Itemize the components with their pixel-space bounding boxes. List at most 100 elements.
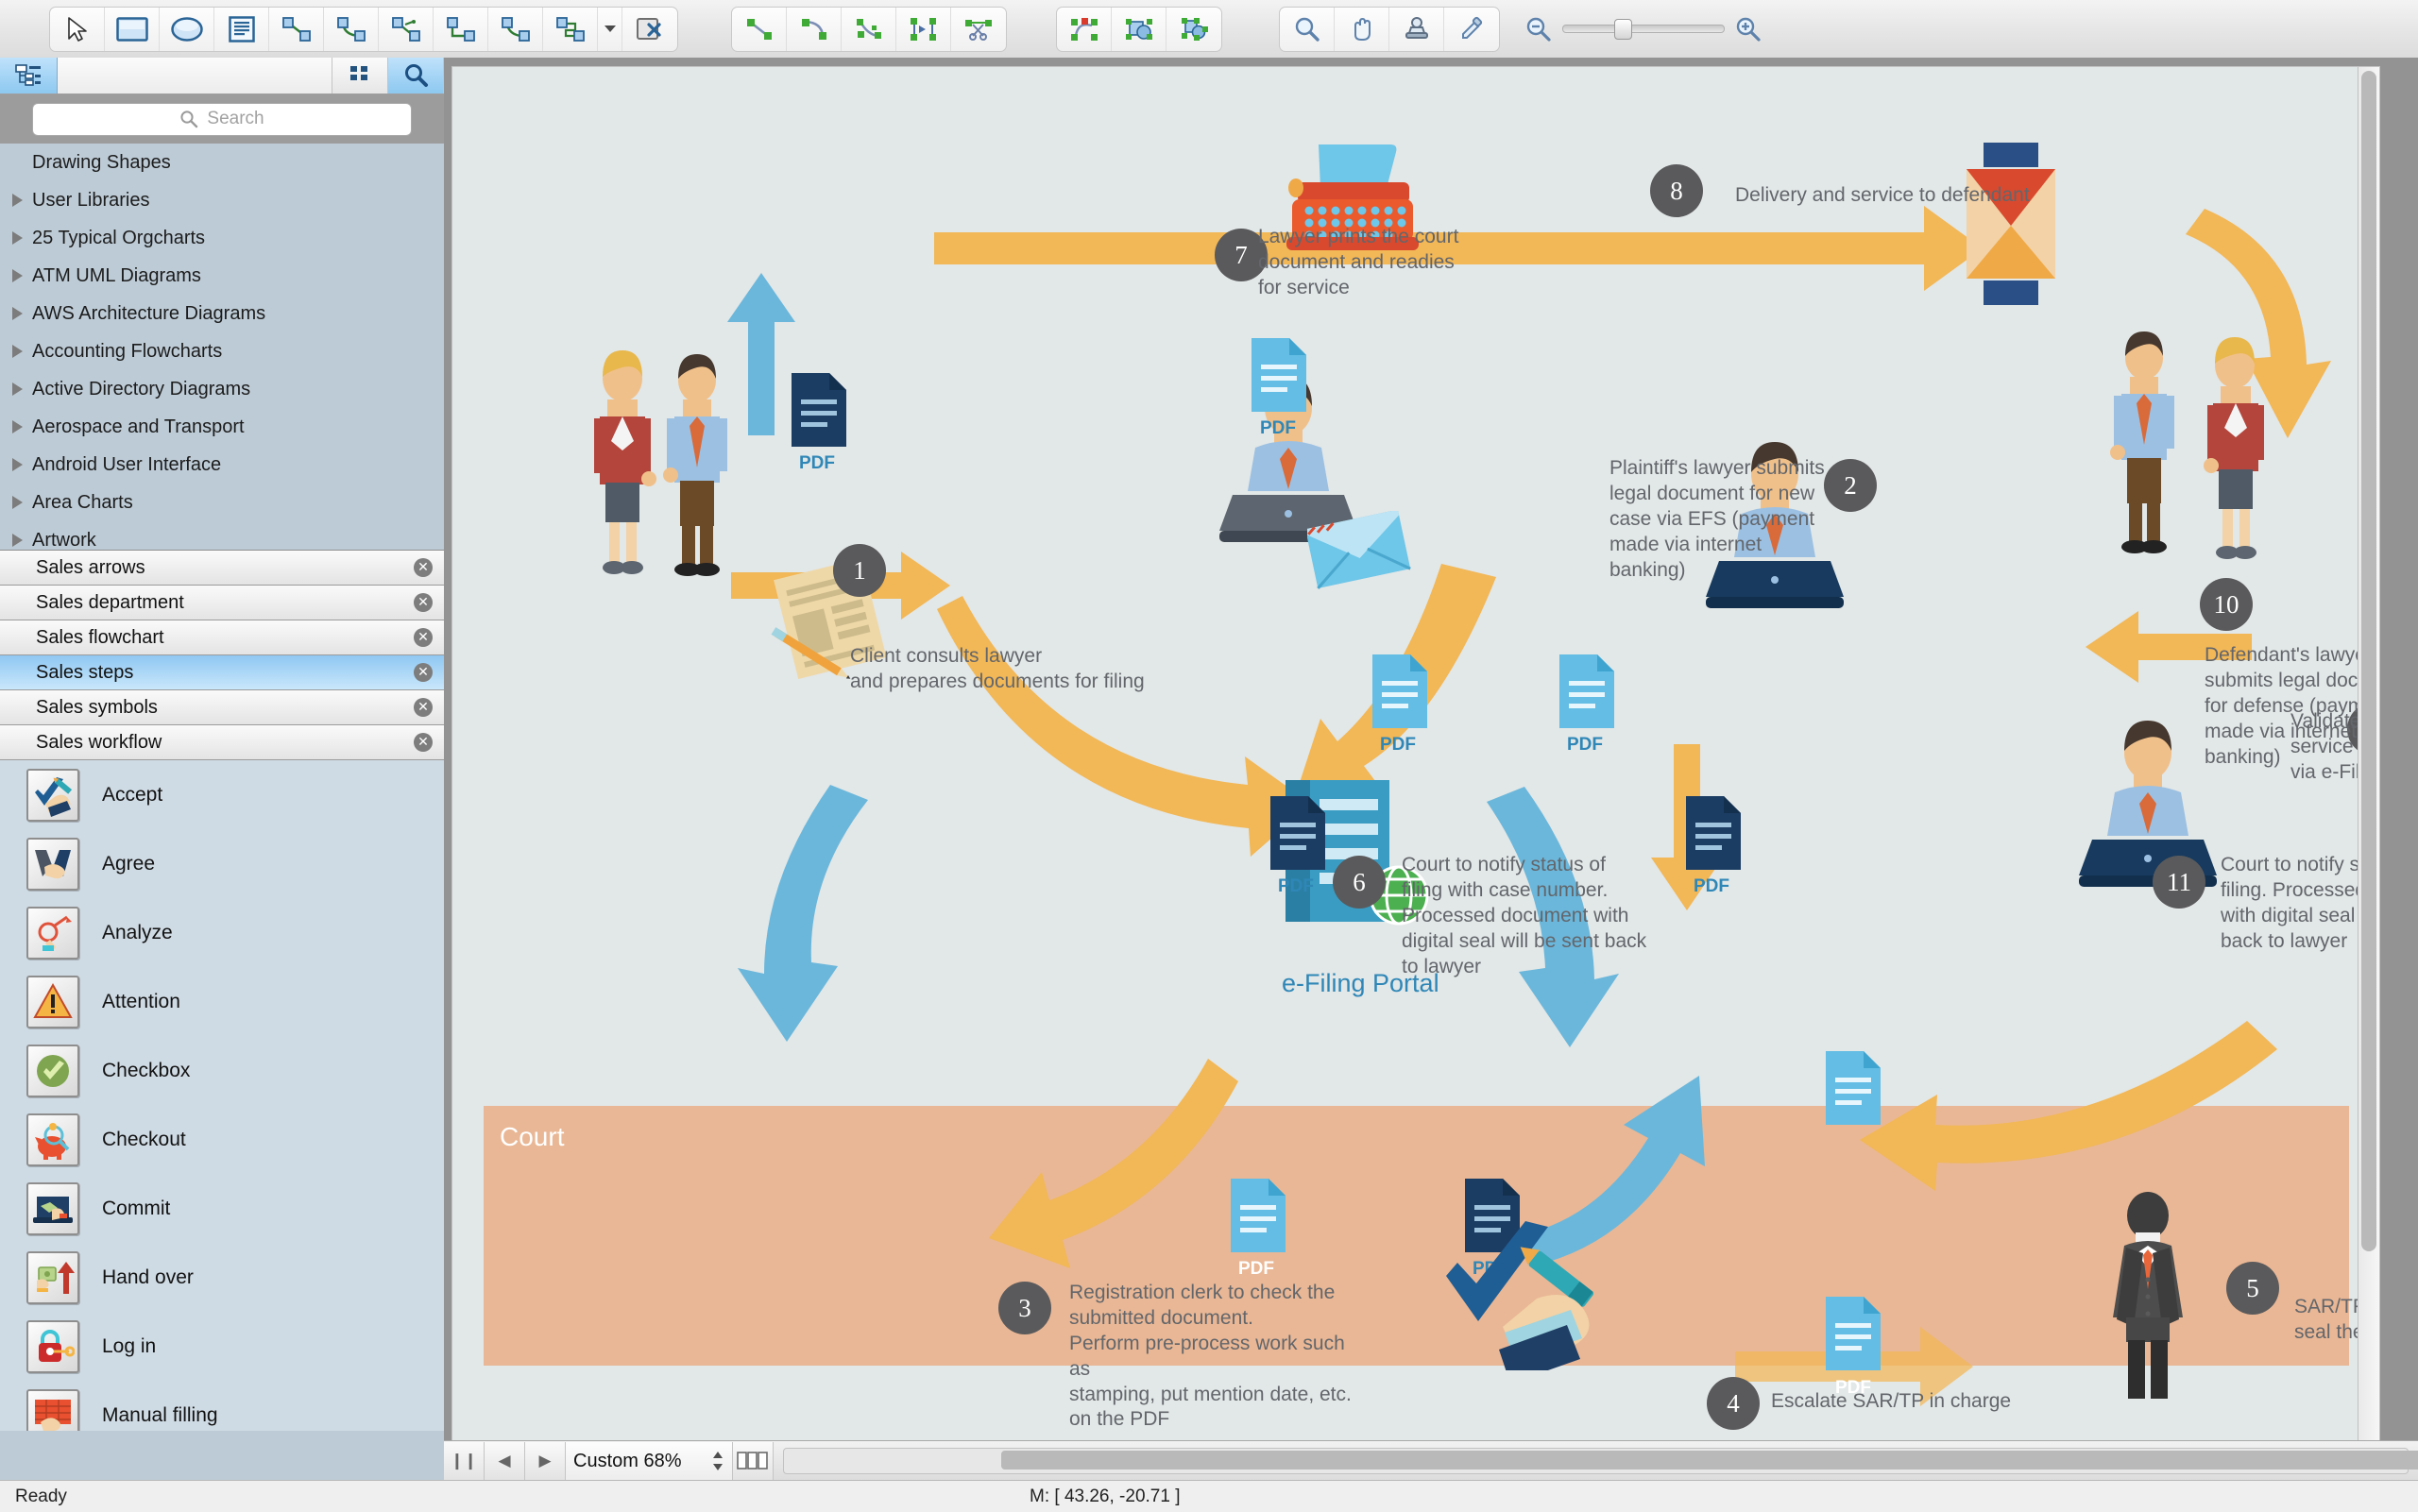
previous-page-icon[interactable]: ◀ xyxy=(485,1442,525,1480)
stepper-arrows-icon[interactable] xyxy=(711,1450,724,1472)
grid-view-icon[interactable] xyxy=(332,58,388,93)
union-shapes-icon[interactable] xyxy=(1112,7,1166,51)
close-icon[interactable]: ✕ xyxy=(414,698,433,717)
library-tree-item[interactable]: ATM UML Diagrams xyxy=(0,257,444,295)
canvas-horizontal-scrollbar[interactable] xyxy=(783,1448,2418,1474)
line-segment-icon[interactable] xyxy=(732,7,787,51)
distribute-icon[interactable] xyxy=(896,7,951,51)
library-tree-item[interactable]: Active Directory Diagrams xyxy=(0,370,444,408)
curved-connector-icon[interactable] xyxy=(324,7,379,51)
expand-triangle-icon[interactable] xyxy=(12,534,23,547)
library-tab[interactable]: Sales flowchart ✕ xyxy=(0,620,444,655)
padlock-key-icon[interactable] xyxy=(26,1319,79,1373)
library-tree-item[interactable]: Artwork xyxy=(0,521,444,550)
library-tab[interactable]: Sales arrows ✕ xyxy=(0,551,444,586)
text-block-icon[interactable] xyxy=(214,7,269,51)
library-tab[interactable]: Sales workflow ✕ xyxy=(0,725,444,760)
library-tree-item[interactable]: 25 Typical Orgcharts xyxy=(0,219,444,257)
edit-points-icon[interactable] xyxy=(1057,7,1112,51)
shape-list-item[interactable]: Log in xyxy=(0,1312,444,1381)
shape-list-item[interactable]: Accept xyxy=(0,760,444,829)
expand-triangle-icon[interactable] xyxy=(12,231,23,245)
chevron-down-icon[interactable] xyxy=(598,7,622,51)
delete-shape-icon[interactable] xyxy=(622,8,677,51)
handshake-icon[interactable] xyxy=(26,837,79,891)
shape-list-item[interactable]: Checkout xyxy=(0,1105,444,1174)
stamp-icon[interactable] xyxy=(1389,7,1444,51)
manual-filling-icon[interactable] xyxy=(26,1388,79,1431)
ellipse-icon[interactable] xyxy=(160,7,214,51)
close-icon[interactable]: ✕ xyxy=(414,558,433,577)
smart-connector-icon[interactable] xyxy=(488,7,543,51)
zoom-out-icon[interactable] xyxy=(1524,16,1553,42)
laptop-handshake-icon[interactable] xyxy=(26,1181,79,1235)
library-tree-item[interactable]: Accounting Flowcharts xyxy=(0,332,444,370)
close-icon[interactable]: ✕ xyxy=(414,663,433,682)
view-tools-group xyxy=(1279,6,1500,52)
library-tree-item[interactable]: User Libraries xyxy=(0,181,444,219)
expand-triangle-icon[interactable] xyxy=(12,382,23,396)
library-tab[interactable]: Sales steps ✕ xyxy=(0,655,444,690)
zoom-in-icon[interactable] xyxy=(1734,16,1762,42)
arc-icon[interactable] xyxy=(787,7,842,51)
expand-triangle-icon[interactable] xyxy=(12,269,23,282)
libraries-tree-icon[interactable] xyxy=(0,58,58,93)
accept-checkmark-icon[interactable] xyxy=(26,768,79,822)
expand-triangle-icon[interactable] xyxy=(12,496,23,509)
page-layout-icon[interactable] xyxy=(733,1442,774,1480)
close-icon[interactable]: ✕ xyxy=(414,733,433,752)
eyedropper-icon[interactable] xyxy=(1444,8,1499,51)
next-page-icon[interactable]: ▶ xyxy=(525,1442,566,1480)
library-tree-item[interactable]: Area Charts xyxy=(0,484,444,521)
pause-icon[interactable]: ❙❙ xyxy=(444,1442,485,1480)
zoom-slider-track[interactable] xyxy=(1562,19,1725,40)
expand-triangle-icon[interactable] xyxy=(12,458,23,471)
close-icon[interactable]: ✕ xyxy=(414,593,433,612)
library-tree: Drawing Shapes User Libraries 25 Typical O… xyxy=(0,144,444,550)
search-icon[interactable] xyxy=(388,58,444,93)
zoom-slider-group[interactable] xyxy=(1524,16,1762,42)
expand-triangle-icon[interactable] xyxy=(12,194,23,207)
sidebar-search-field-bar[interactable] xyxy=(58,58,332,93)
green-check-circle-icon[interactable] xyxy=(26,1044,79,1097)
canvas-vertical-scroll-thumb[interactable] xyxy=(2361,71,2376,1251)
library-tree-item[interactable]: Drawing Shapes xyxy=(0,144,444,181)
piggy-bank-icon[interactable] xyxy=(26,1113,79,1166)
canvas-vertical-scrollbar[interactable] xyxy=(2358,67,2379,1452)
straight-connector-icon[interactable] xyxy=(269,7,324,51)
drawing-page[interactable]: Court .oa{fill:#f2b756}.ol{fill:#f8d79c}… xyxy=(451,66,2380,1453)
magnifier-icon[interactable] xyxy=(1280,7,1335,51)
warning-triangle-icon[interactable] xyxy=(26,975,79,1028)
library-tree-item[interactable]: AWS Architecture Diagrams xyxy=(0,295,444,332)
elbow-connector-icon[interactable] xyxy=(434,7,488,51)
money-handover-icon[interactable] xyxy=(26,1250,79,1304)
expand-triangle-icon[interactable] xyxy=(12,307,23,320)
analyze-magnifier-icon[interactable] xyxy=(26,906,79,960)
rectangle-icon[interactable] xyxy=(105,7,160,51)
bezier-icon[interactable] xyxy=(842,7,896,51)
library-tree-item[interactable]: Aerospace and Transport xyxy=(0,408,444,446)
shape-list-item[interactable]: Checkbox xyxy=(0,1036,444,1105)
shape-list-item[interactable]: Manual filling xyxy=(0,1381,444,1431)
tree-connector-icon[interactable] xyxy=(379,7,434,51)
group-shapes-icon[interactable] xyxy=(1166,8,1221,51)
expand-triangle-icon[interactable] xyxy=(12,420,23,433)
scissors-icon[interactable] xyxy=(951,8,1006,51)
shape-list-item[interactable]: Attention xyxy=(0,967,444,1036)
expand-triangle-icon[interactable] xyxy=(12,345,23,358)
shape-list-item[interactable]: Agree xyxy=(0,829,444,898)
shape-list-item[interactable]: Analyze xyxy=(0,898,444,967)
library-tree-item[interactable]: Android User Interface xyxy=(0,446,444,484)
zoom-level-selector[interactable]: Custom 68% xyxy=(566,1442,733,1480)
shape-list-item[interactable]: Commit xyxy=(0,1174,444,1243)
search-input[interactable]: Search xyxy=(32,102,412,136)
zoom-slider-handle[interactable] xyxy=(1614,19,1632,40)
canvas-horizontal-scroll-thumb[interactable] xyxy=(1001,1451,2418,1470)
hand-icon[interactable] xyxy=(1335,7,1389,51)
shape-list-item[interactable]: Hand over xyxy=(0,1243,444,1312)
close-icon[interactable]: ✕ xyxy=(414,628,433,647)
pointer-icon[interactable] xyxy=(50,7,105,51)
library-tab[interactable]: Sales symbols ✕ xyxy=(0,690,444,725)
library-tab[interactable]: Sales department ✕ xyxy=(0,586,444,620)
routed-connector-icon[interactable] xyxy=(543,7,598,51)
